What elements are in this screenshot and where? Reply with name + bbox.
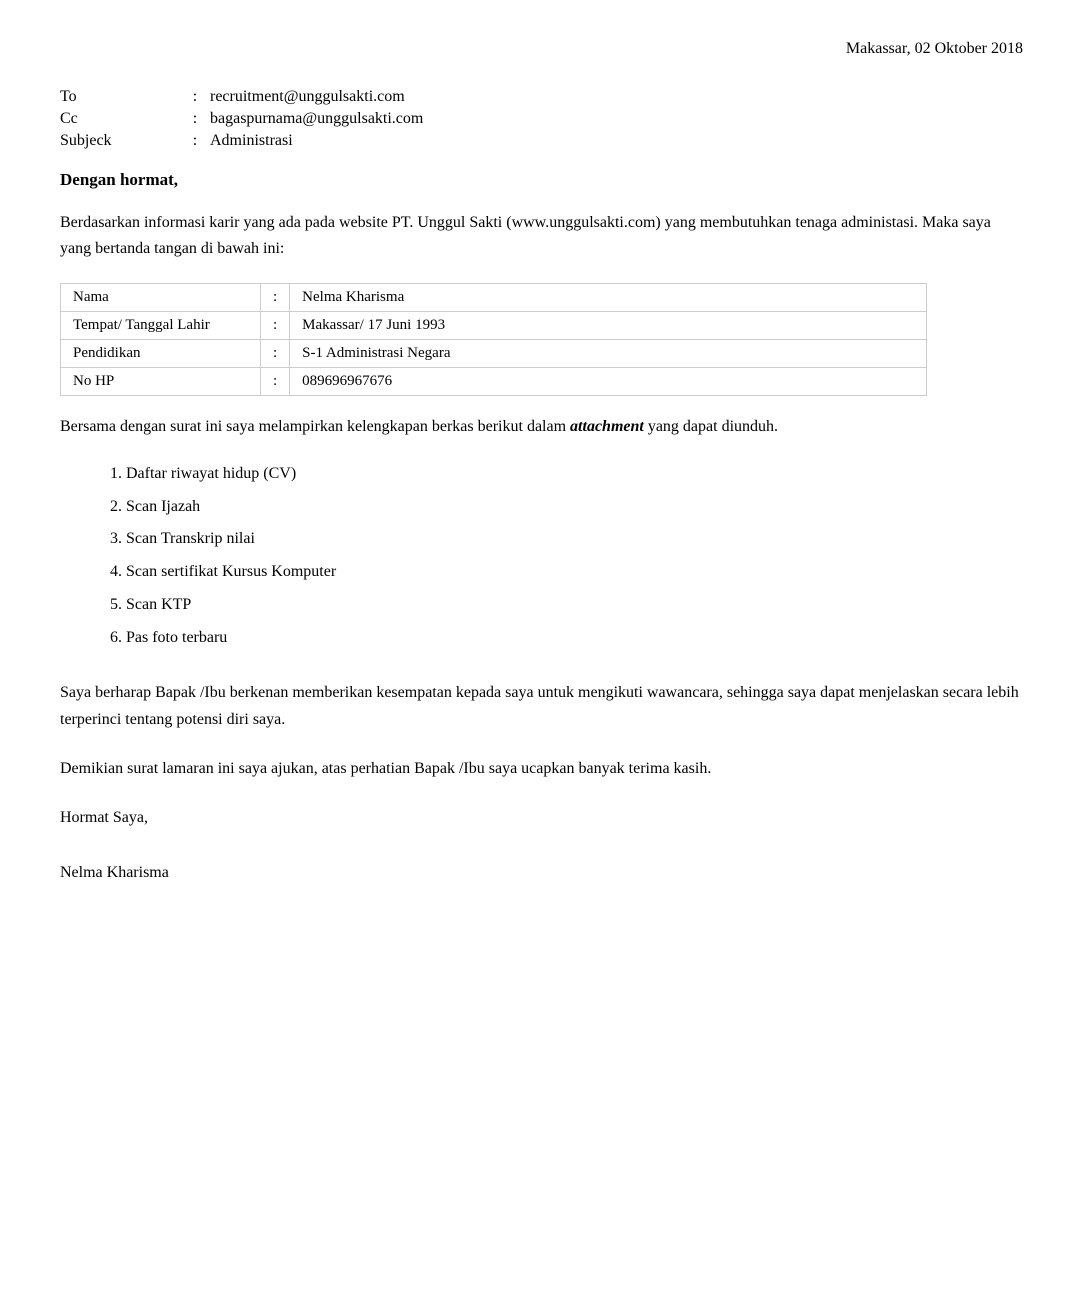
to-row: To : recruitment@unggulsakti.com [60,86,1023,108]
subject-colon: : [180,130,210,152]
attachment-list: 1. Daftar riwayat hidup (CV) 2. Scan Ija… [110,458,1023,655]
bio-row-pendidikan: Pendidikan : S-1 Administrasi Negara [61,340,927,368]
list-item: 6. Pas foto terbaru [110,622,1023,655]
bio-value-pendidikan: S-1 Administrasi Negara [290,340,927,368]
greeting: Dengan hormat, [60,170,1023,190]
bio-row-ttl: Tempat/ Tanggal Lahir : Makassar/ 17 Jun… [61,312,927,340]
bio-colon-nohp: : [261,368,290,396]
bio-label-ttl: Tempat/ Tanggal Lahir [61,312,261,340]
email-header: To : recruitment@unggulsakti.com Cc : ba… [60,86,1023,152]
bio-row-nohp: No HP : 089696967676 [61,368,927,396]
list-item: 2. Scan Ijazah [110,491,1023,524]
subject-row: Subjeck : Administrasi [60,130,1023,152]
cc-value: bagaspurnama@unggulsakti.com [210,108,1023,130]
cc-label: Cc [60,108,180,130]
list-item: 3. Scan Transkrip nilai [110,523,1023,556]
bio-value-nohp: 089696967676 [290,368,927,396]
attachment-paragraph: Bersama dengan surat ini saya melampirka… [60,414,1023,440]
bio-label-nama: Nama [61,284,261,312]
bio-value-nama: Nelma Kharisma [290,284,927,312]
closing-paragraph-2: Demikian surat lamaran ini saya ajukan, … [60,755,1023,782]
list-item: 1. Daftar riwayat hidup (CV) [110,458,1023,491]
list-item: 5. Scan KTP [110,589,1023,622]
bio-colon-ttl: : [261,312,290,340]
bio-label-nohp: No HP [61,368,261,396]
to-label: To [60,86,180,108]
subject-value: Administrasi [210,130,1023,152]
bio-colon-nama: : [261,284,290,312]
regards-text: Hormat Saya, [60,804,1023,833]
sender-name: Nelma Kharisma [60,859,1023,888]
bio-colon-pendidikan: : [261,340,290,368]
bio-label-pendidikan: Pendidikan [61,340,261,368]
to-value: recruitment@unggulsakti.com [210,86,1023,108]
signature-section: Hormat Saya, Nelma Kharisma [60,804,1023,888]
attachment-italic-text: attachment [570,418,644,435]
bio-table: Nama : Nelma Kharisma Tempat/ Tanggal La… [60,283,927,396]
bio-row-nama: Nama : Nelma Kharisma [61,284,927,312]
list-item: 4. Scan sertifikat Kursus Komputer [110,556,1023,589]
to-colon: : [180,86,210,108]
date-line: Makassar, 02 Oktober 2018 [60,40,1023,58]
intro-paragraph: Berdasarkan informasi karir yang ada pad… [60,210,1023,261]
bio-value-ttl: Makassar/ 17 Juni 1993 [290,312,927,340]
subject-label: Subjeck [60,130,180,152]
cc-colon: : [180,108,210,130]
closing-paragraph-1: Saya berharap Bapak /Ibu berkenan member… [60,679,1023,733]
cc-row: Cc : bagaspurnama@unggulsakti.com [60,108,1023,130]
